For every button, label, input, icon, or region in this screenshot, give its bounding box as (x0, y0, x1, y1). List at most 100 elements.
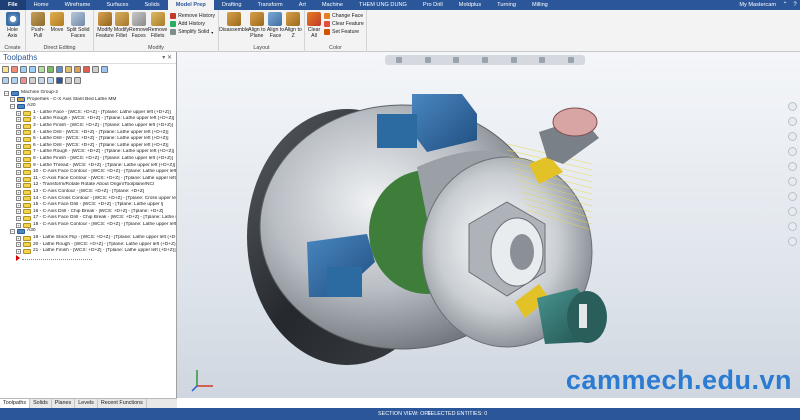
toolpath-operation[interactable]: +14 - C-Axis Cross Contour - [WCS: +D+Z]… (4, 196, 176, 203)
lock-icon[interactable] (92, 66, 99, 73)
regenerate-dirty-icon[interactable] (29, 66, 36, 73)
toolpath-operation[interactable]: +3 - Lathe Finish - [WCS: +D+Z] - [Tplan… (4, 123, 176, 130)
help-icon[interactable] (101, 66, 108, 73)
expand-toggle-icon[interactable]: + (16, 216, 21, 222)
tab-model-prep[interactable]: Model Prep (167, 0, 214, 10)
toolpath-operation[interactable]: +21 - Lathe Finish - [WCS: +D+Z] - [Tpla… (4, 248, 176, 255)
expand-toggle-icon[interactable]: + (16, 183, 21, 189)
insert-arrow[interactable] (4, 255, 176, 262)
filter-icon[interactable] (56, 77, 63, 84)
scroll-icon[interactable] (29, 77, 36, 84)
insert-arrow-icon[interactable] (16, 255, 20, 262)
panel-tab-toolpaths[interactable]: Toolpaths (0, 399, 31, 408)
expand-toggle-icon[interactable]: + (16, 150, 21, 156)
expand-toggle-icon[interactable]: + (16, 189, 21, 195)
toolpath-operation[interactable]: +4 - Lathe Drill - [WCS: +D+Z] - [Tplane… (4, 130, 176, 137)
move-down-icon[interactable] (2, 77, 9, 84)
toolpath-operation[interactable]: +5 - Lathe Drill - [WCS: +D+Z] - [Tplane… (4, 136, 176, 143)
change-face-button[interactable]: Change Face (324, 12, 364, 20)
verify-icon[interactable] (47, 66, 54, 73)
expand-toggle-icon[interactable]: − (10, 97, 15, 103)
expand-toggle-icon[interactable]: + (16, 202, 21, 208)
expand-toggle-icon[interactable]: + (16, 123, 21, 129)
toolpath-operation[interactable]: +19 - Lathe Stock Flip - [WCS: +D+Z] - [… (4, 235, 176, 242)
expand-toggle-icon[interactable]: + (16, 143, 21, 149)
toolpath-operation[interactable]: +12 - Transform/Rotate Rotate About Orig… (4, 182, 176, 189)
tab-file[interactable]: File (0, 0, 26, 10)
expand-toggle-icon[interactable]: + (16, 242, 21, 248)
toolpath-operation[interactable]: +15 - C-Axis Face Drill - [WCS: +D+Z] - … (4, 202, 176, 209)
tab-art[interactable]: Art (291, 0, 314, 10)
expand-icon[interactable] (65, 77, 72, 84)
tab-machine[interactable]: Machine (314, 0, 351, 10)
graphics-viewport[interactable]: cammech.edu.vn (177, 52, 800, 398)
set-feature-button[interactable]: Set Feature (324, 28, 364, 36)
toolpath-operation[interactable]: +9 - Lathe Thread - [WCS: +D+Z] - [Tplan… (4, 163, 176, 170)
remove-history-button[interactable]: Remove History (170, 12, 215, 20)
section-view-status[interactable]: SECTION VIEW: OFF (378, 411, 431, 417)
tab-wireframe[interactable]: Wireframe (57, 0, 99, 10)
add-history-button[interactable]: Add History (170, 20, 215, 28)
tab-home[interactable]: Home (26, 0, 57, 10)
expand-toggle-icon[interactable]: + (16, 110, 21, 116)
tab-solids[interactable]: Solids (136, 0, 167, 10)
tab-drafting[interactable]: Drafting (214, 0, 250, 10)
select-failed-icon[interactable] (11, 66, 18, 73)
toolpath-operation[interactable]: +10 - C-Axis Face Contour - [WCS: +D+Z] … (4, 169, 176, 176)
minimize-icon[interactable]: ⌃ (780, 0, 790, 10)
tab-surfaces[interactable]: Surfaces (98, 0, 136, 10)
simplify-solid-button[interactable]: Simplify Solid ▾ (170, 28, 215, 36)
collapse-icon[interactable] (74, 77, 81, 84)
delete-icon[interactable] (83, 66, 90, 73)
tree-node[interactable]: − A20 (4, 103, 176, 110)
expand-toggle-icon[interactable]: + (16, 156, 21, 162)
expand-toggle-icon[interactable]: + (16, 249, 21, 255)
toolpath-operation[interactable]: +2 - Lathe Rough - [WCS: +D+Z] - [Tplane… (4, 116, 176, 123)
toolpath-operation[interactable]: +1 - Lathe Face - [WCS: +D+Z] - [Tplane:… (4, 110, 176, 117)
expand-toggle-icon[interactable]: + (16, 209, 21, 215)
insert-arrow-icon[interactable] (20, 77, 27, 84)
pin-icon[interactable]: ▾ ✕ (162, 52, 172, 64)
account-link[interactable]: My Mastercam (739, 0, 780, 10)
regenerate-icon[interactable] (20, 66, 27, 73)
help-icon[interactable]: ? (790, 0, 800, 10)
expand-toggle-icon[interactable]: + (16, 235, 21, 241)
panel-tab-solids[interactable]: Solids (30, 399, 52, 408)
expand-toggle-icon[interactable]: − (10, 229, 15, 235)
select-all-icon[interactable] (2, 66, 9, 73)
expand-toggle-icon[interactable]: − (4, 90, 9, 96)
toolpath-operation[interactable]: +20 - Lathe Rough - [WCS: +D+Z] - [Tplan… (4, 242, 176, 249)
toolpath-operation[interactable]: +13 - C-Axis Contour - [WCS: +D+Z] - [Tp… (4, 189, 176, 196)
expand-toggle-icon[interactable]: + (16, 169, 21, 175)
expand-toggle-icon[interactable]: + (16, 117, 21, 123)
toolpath-operation[interactable]: +6 - Lathe Drill - [WCS: +D+Z] - [Tplane… (4, 143, 176, 150)
tab-transform[interactable]: Transform (249, 0, 290, 10)
high-feed-icon[interactable] (74, 66, 81, 73)
expand-toggle-icon[interactable]: + (16, 163, 21, 169)
expand-toggle-icon[interactable]: + (16, 222, 21, 228)
panel-tab-levels[interactable]: Levels (75, 399, 98, 408)
tab-turning[interactable]: Turning (489, 0, 524, 10)
move-up-icon[interactable] (11, 77, 18, 84)
expand-toggle-icon[interactable]: − (10, 103, 15, 109)
tab-pro-drill[interactable]: Pro Drill (415, 0, 451, 10)
post-icon[interactable] (65, 66, 72, 73)
toolpath-operation[interactable]: +8 - Lathe Finish - [WCS: +D+Z] - [Tplan… (4, 156, 176, 163)
toolpath-operation[interactable]: +11 - C-Axis Face Contour - [WCS: +D+Z] … (4, 176, 176, 183)
tab-milling[interactable]: Milling (524, 0, 556, 10)
toolpath-operation[interactable]: +7 - Lathe Rough - [WCS: +D+Z] - [Tplane… (4, 149, 176, 156)
display-toggle-icon[interactable] (47, 77, 54, 84)
expand-toggle-icon[interactable]: + (16, 196, 21, 202)
tab-moldplus[interactable]: Moldplus (451, 0, 489, 10)
backplot-icon[interactable] (38, 66, 45, 73)
panel-tab-planes[interactable]: Planes (52, 399, 76, 408)
clear-feature-button[interactable]: Clear Feature (324, 20, 364, 28)
tree-node[interactable]: − Machine Group-2 (4, 90, 176, 97)
panel-tab-recent-functions[interactable]: Recent Functions (98, 399, 147, 408)
toolpath-operation[interactable]: +16 - C-Axis Drill - Chip Break - [WCS: … (4, 209, 176, 216)
toolpath-operation[interactable]: +17 - C-Axis Face Drill - Chip Break - [… (4, 215, 176, 222)
single-display-icon[interactable] (38, 77, 45, 84)
tree-node[interactable]: − Properties - C-X Axis Slant Bed Lathe M… (4, 97, 176, 104)
expand-toggle-icon[interactable]: + (16, 130, 21, 136)
expand-toggle-icon[interactable]: + (16, 136, 21, 142)
